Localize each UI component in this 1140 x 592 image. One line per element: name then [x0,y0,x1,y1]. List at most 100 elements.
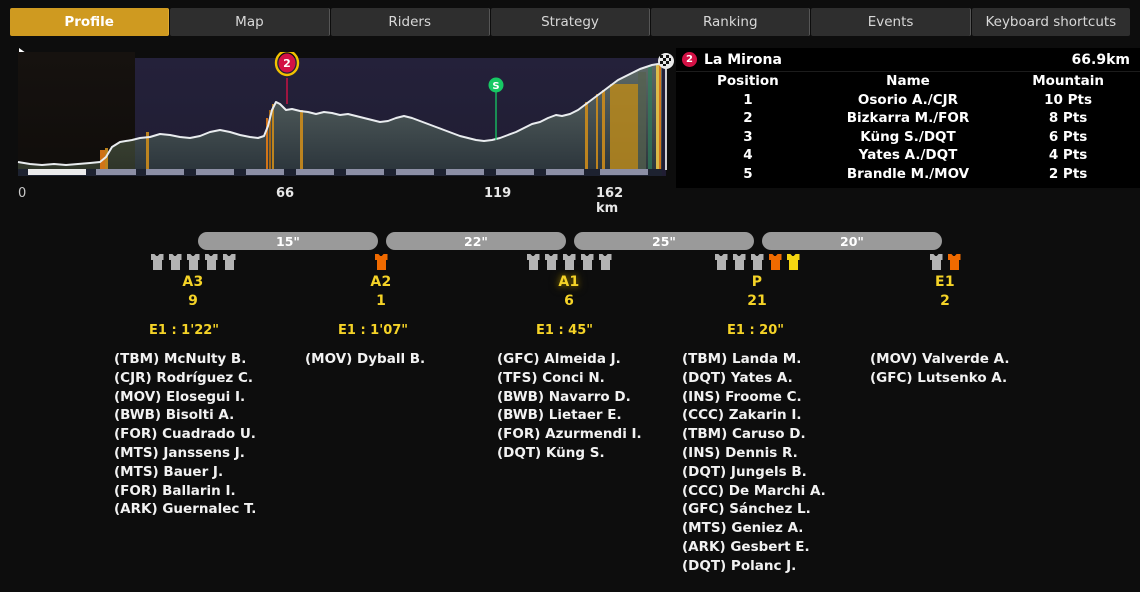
table-row[interactable]: 4 Yates A./DQT 4 Pts [676,146,1140,165]
list-item[interactable]: (CJR) Rodríguez C. [114,369,256,388]
gap-bar: 20" [762,232,942,250]
cell-mountain: 6 Pts [1048,128,1088,145]
table-header-row: Position Name Mountain [676,72,1140,91]
jersey-grey-icon [929,253,943,270]
list-item[interactable]: (BWB) Navarro D. [497,388,642,407]
group-a3[interactable]: A3 9 [113,250,273,309]
list-item[interactable]: (BWB) Bisolti A. [114,406,256,425]
group-e1[interactable]: E1 2 [865,250,1025,309]
axis-label-end: 162 km [596,186,624,216]
jersey-row [489,250,649,270]
table-row[interactable]: 3 Küng S./DQT 6 Pts [676,128,1140,147]
cell-name: Osorio A./CJR [857,91,959,108]
list-item[interactable]: (MOV) Dyball B. [305,350,425,369]
col-header-mountain: Mountain [1032,73,1104,90]
list-item[interactable]: (CCC) De Marchi A. [682,482,826,501]
col-header-name: Name [886,73,930,90]
list-item[interactable]: (GFC) Lutsenko A. [870,369,1009,388]
table-row[interactable]: 1 Osorio A./CJR 10 Pts [676,91,1140,110]
list-item[interactable]: (MTS) Geniez A. [682,519,826,538]
jersey-grey-icon [562,253,576,270]
cell-position: 2 [743,110,753,127]
jersey-row [113,250,273,270]
cell-position: 5 [743,165,753,182]
list-item[interactable]: (DQT) Yates A. [682,369,826,388]
list-item[interactable]: (MOV) Elosegui I. [114,388,256,407]
list-item[interactable]: (INS) Dennis R. [682,444,826,463]
axis-label-start: 0 [18,186,27,201]
axis-label-mid1: 66 [276,186,295,201]
list-item[interactable]: (DQT) Küng S. [497,444,642,463]
group-a1[interactable]: A1 6 [489,250,649,309]
list-item[interactable]: (ARK) Gesbert E. [682,538,826,557]
list-item[interactable]: (TFS) Conci N. [497,369,642,388]
group-gap-note: E1 : 1'22" [149,323,220,338]
tab-map[interactable]: Map [170,8,330,36]
tab-strategy[interactable]: Strategy [490,8,651,36]
jersey-grey-icon [168,253,182,270]
cell-position: 4 [743,147,753,164]
tab-profile[interactable]: Profile [10,8,170,36]
rider-list-p: (TBM) Landa M. (DQT) Yates A. (INS) Froome… [682,350,826,576]
cell-name: Küng S./DQT [860,128,956,145]
mountain-ranking-panel: 2 La Mirona 66.9km Position Name Mountai… [676,48,1140,188]
cell-position: 1 [743,91,753,108]
group-gap-note: E1 : 45" [536,323,594,338]
list-item[interactable]: (FOR) Azurmendi I. [497,425,642,444]
climb-name: La Mirona [704,51,782,68]
group-label[interactable]: A1 [489,274,649,290]
list-item[interactable]: (TBM) McNulty B. [114,350,256,369]
list-item[interactable]: (GFC) Almeida J. [497,350,642,369]
jersey-grey-icon [580,253,594,270]
list-item[interactable]: (DQT) Polanc J. [682,557,826,576]
gap-bar: 22" [386,232,566,250]
group-rider-count: 1 [376,293,386,309]
gap-bars: 15" 22" 25" 20" [0,232,1140,250]
rider-list-a2: (MOV) Dyball B. [305,350,425,369]
group-label[interactable]: A3 [113,274,273,290]
list-item[interactable]: (DQT) Jungels B. [682,463,826,482]
cell-mountain: 2 Pts [1048,165,1088,182]
group-a2[interactable]: A2 1 [301,250,461,309]
list-item[interactable]: (TBM) Caruso D. [682,425,826,444]
list-item[interactable]: (INS) Froome C. [682,388,826,407]
cell-name: Bizkarra M./FOR [846,110,970,127]
tab-events[interactable]: Events [811,8,971,36]
jersey-orange-icon [947,253,961,270]
jersey-orange-icon [768,253,782,270]
jersey-grey-icon [598,253,612,270]
list-item[interactable]: (TBM) Landa M. [682,350,826,369]
group-gap-note: E1 : 1'07" [338,323,409,338]
profile-panel: S 2 0 66 119 162 km [0,44,676,216]
group-p[interactable]: P 21 [677,250,837,309]
climb-category-badge: 2 [682,52,697,67]
table-row[interactable]: 2 Bizkarra M./FOR 8 Pts [676,109,1140,128]
group-label[interactable]: P [677,274,837,290]
elevation-profile-chart[interactable]: S 2 [0,52,676,176]
list-item[interactable]: (MTS) Janssens J. [114,444,256,463]
group-label[interactable]: E1 [865,274,1025,290]
group-label[interactable]: A2 [301,274,461,290]
tab-keyboard-shortcuts[interactable]: Keyboard shortcuts [971,8,1130,36]
list-item[interactable]: (GFC) Sánchez L. [682,500,826,519]
axis-label-mid2: 119 [484,186,512,201]
list-item[interactable]: (MOV) Valverde A. [870,350,1009,369]
jersey-row [301,250,461,270]
jersey-orange-icon [374,253,388,270]
list-item[interactable]: (ARK) Guernalec T. [114,500,256,519]
group-gap-note: E1 : 20" [727,323,785,338]
list-item[interactable]: (MTS) Bauer J. [114,463,256,482]
jersey-grey-icon [732,253,746,270]
jersey-grey-icon [222,253,236,270]
tab-riders[interactable]: Riders [330,8,490,36]
list-item[interactable]: (FOR) Cuadrado U. [114,425,256,444]
list-item[interactable]: (FOR) Ballarin I. [114,482,256,501]
gap-bar: 25" [574,232,754,250]
list-item[interactable]: (CCC) Zakarin I. [682,406,826,425]
cell-name: Brandle M./MOV [846,165,970,182]
svg-text:2: 2 [283,57,291,70]
tab-ranking[interactable]: Ranking [651,8,811,36]
table-row[interactable]: 5 Brandle M./MOV 2 Pts [676,165,1140,184]
cell-position: 3 [743,128,753,145]
list-item[interactable]: (BWB) Lietaer E. [497,406,642,425]
